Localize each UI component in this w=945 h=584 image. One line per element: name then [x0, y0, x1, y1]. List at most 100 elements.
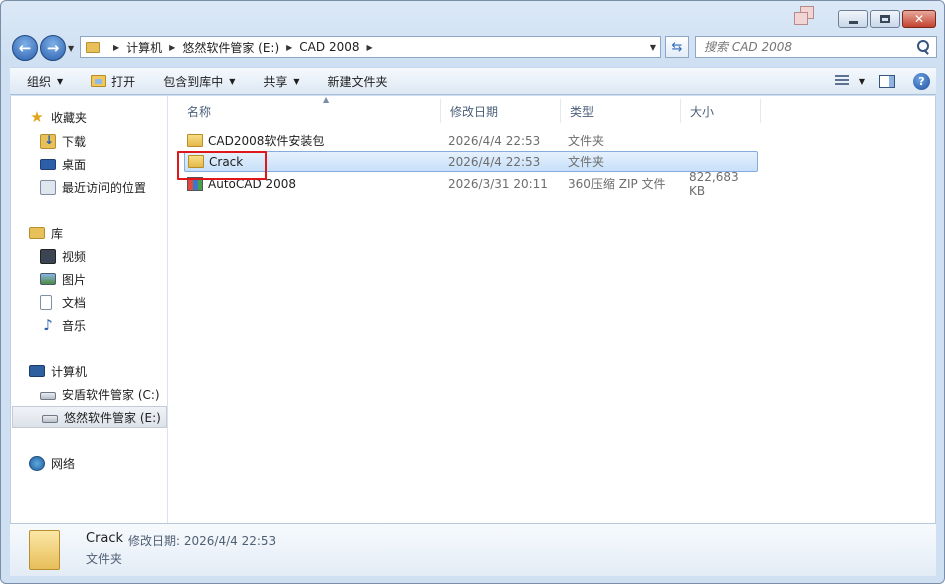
- nav-label: 图片: [62, 272, 87, 287]
- nav-label: 桌面: [62, 157, 87, 172]
- breadcrumb-computer[interactable]: 计算机: [126, 39, 162, 56]
- navigation-pane: ★ 收藏夹 下载 桌面 最近访问的位置 库 视频 图片 文档 ♪ 音乐 计算机 安盾…: [11, 96, 168, 523]
- column-header-name[interactable]: 名称 ▲: [178, 95, 441, 123]
- file-type: 文件夹: [568, 134, 605, 148]
- nav-label: 库: [51, 226, 64, 241]
- new-folder-button[interactable]: 新建文件夹: [314, 68, 402, 94]
- file-name: CAD2008软件安装包: [208, 134, 325, 148]
- nav-recent-places[interactable]: 最近访问的位置: [11, 176, 167, 198]
- music-icon: ♪: [43, 315, 53, 334]
- file-name-cell: CAD2008软件安装包: [187, 130, 324, 151]
- chevron-right-icon[interactable]: ▶: [113, 43, 119, 52]
- nav-drive-c[interactable]: 安盾软件管家 (C:): [11, 383, 167, 405]
- close-button[interactable]: ✕: [902, 10, 936, 28]
- breadcrumb-drive-e[interactable]: 悠然软件管家 (E:): [182, 39, 279, 56]
- folder-icon: [29, 530, 60, 570]
- details-modified: 修改日期: 2026/4/4 22:53: [128, 534, 277, 548]
- nav-label: 最近访问的位置: [62, 180, 147, 195]
- minimize-icon: [848, 20, 858, 24]
- nav-documents[interactable]: 文档: [11, 291, 167, 313]
- minimize-button[interactable]: [838, 10, 868, 28]
- chevron-right-icon[interactable]: ▶: [286, 43, 292, 52]
- drive-icon: [42, 415, 58, 423]
- refresh-button[interactable]: ⇆: [665, 36, 689, 58]
- picture-icon: [40, 273, 56, 285]
- file-date: 2026/4/4 22:53: [448, 154, 541, 169]
- star-icon: ★: [30, 107, 44, 126]
- nav-drive-e[interactable]: 悠然软件管家 (E:): [12, 406, 167, 428]
- arrow-right-icon: →: [46, 39, 60, 57]
- maximize-button[interactable]: [870, 10, 900, 28]
- details-type: 文件夹: [86, 552, 123, 566]
- column-header-size[interactable]: 大小: [681, 99, 761, 123]
- details-pane: Crack 修改日期: 2026/4/4 22:53 文件夹: [10, 523, 936, 576]
- preview-pane-icon[interactable]: [879, 74, 895, 88]
- close-icon: ✕: [913, 12, 925, 26]
- breadcrumb-cad-2008[interactable]: CAD 2008: [299, 40, 359, 54]
- nav-favorites[interactable]: ★ 收藏夹: [11, 106, 167, 128]
- file-name-cell: Crack: [188, 152, 243, 171]
- chevron-right-icon[interactable]: ▶: [169, 43, 175, 52]
- caption-buttons: ✕: [838, 10, 936, 28]
- nav-label: 收藏夹: [51, 110, 88, 125]
- view-controls: ▼ ?: [834, 68, 936, 94]
- nav-desktop[interactable]: 桌面: [11, 153, 167, 175]
- recent-places-icon: [40, 179, 56, 195]
- new-folder-label: 新建文件夹: [327, 74, 388, 89]
- content-area: ★ 收藏夹 下载 桌面 最近访问的位置 库 视频 图片 文档 ♪ 音乐 计算机 安盾…: [10, 95, 936, 523]
- back-button[interactable]: ←: [12, 35, 38, 61]
- recent-pages-dropdown[interactable]: ▼: [68, 44, 74, 53]
- address-dropdown[interactable]: ▼: [650, 43, 656, 52]
- file-date: 2026/3/31 20:11: [448, 176, 548, 191]
- chevron-down-icon: ▼: [293, 76, 300, 86]
- nav-label: 音乐: [62, 318, 87, 333]
- forward-button[interactable]: →: [40, 35, 66, 61]
- nav-videos[interactable]: 视频: [11, 245, 167, 267]
- computer-icon: [29, 365, 45, 377]
- column-header-date[interactable]: 修改日期: [441, 99, 561, 123]
- share-button[interactable]: 共享 ▼: [249, 68, 313, 94]
- search-box[interactable]: [695, 36, 937, 58]
- nav-label: 视频: [62, 249, 87, 264]
- nav-computer[interactable]: 计算机: [11, 360, 167, 382]
- nav-label: 计算机: [51, 364, 88, 379]
- nav-network[interactable]: 网络: [11, 452, 167, 474]
- organize-button[interactable]: 组织 ▼: [10, 68, 77, 94]
- file-type: 360压缩 ZIP 文件: [568, 177, 666, 191]
- search-icon[interactable]: [915, 39, 931, 55]
- video-icon: [40, 248, 56, 264]
- chevron-right-icon[interactable]: ▶: [366, 43, 372, 52]
- downloads-icon: [40, 133, 56, 149]
- address-bar[interactable]: ▶ 计算机 ▶ 悠然软件管家 (E:) ▶ CAD 2008 ▶ ▼: [80, 36, 661, 58]
- nav-downloads[interactable]: 下载: [11, 130, 167, 152]
- include-in-library-button[interactable]: 包含到库中 ▼: [149, 68, 249, 94]
- maximize-icon: [880, 15, 890, 23]
- chevron-down-icon[interactable]: ▼: [859, 77, 865, 86]
- file-name-cell: AutoCAD 2008: [187, 173, 296, 194]
- column-label: 类型: [570, 104, 595, 119]
- column-label: 名称: [187, 104, 212, 119]
- nav-label: 悠然软件管家 (E:): [64, 410, 161, 425]
- file-row[interactable]: Crack 2026/4/4 22:53 文件夹: [184, 151, 758, 172]
- file-list: 名称 ▲ 修改日期 类型 大小 CAD2008软件安装包 2026/4/4 22:…: [169, 95, 935, 523]
- nav-libraries[interactable]: 库: [11, 222, 167, 244]
- views-icon[interactable]: [834, 75, 849, 87]
- search-input[interactable]: [696, 38, 915, 56]
- folder-icon: [86, 41, 100, 53]
- folder-icon: [188, 155, 204, 168]
- file-row[interactable]: AutoCAD 2008 2026/3/31 20:11 360压缩 ZIP 文…: [184, 170, 758, 198]
- open-icon: [91, 75, 107, 87]
- nav-pictures[interactable]: 图片: [11, 268, 167, 290]
- help-icon[interactable]: ?: [913, 72, 930, 90]
- open-button[interactable]: 打开: [77, 68, 149, 94]
- nav-label: 网络: [51, 456, 76, 471]
- open-label: 打开: [111, 74, 136, 89]
- nav-music[interactable]: ♪ 音乐: [11, 314, 167, 336]
- folder-icon: [187, 134, 203, 147]
- explorer-window: ✕ ← → ▼ ▶ 计算机 ▶ 悠然软件管家 (E:) ▶ CAD 2008 ▶…: [0, 0, 945, 584]
- file-row[interactable]: CAD2008软件安装包 2026/4/4 22:53 文件夹: [184, 130, 758, 151]
- column-header-type[interactable]: 类型: [561, 99, 681, 123]
- network-icon: [29, 455, 45, 471]
- file-date: 2026/4/4 22:53: [448, 133, 541, 148]
- column-label: 修改日期: [450, 104, 499, 119]
